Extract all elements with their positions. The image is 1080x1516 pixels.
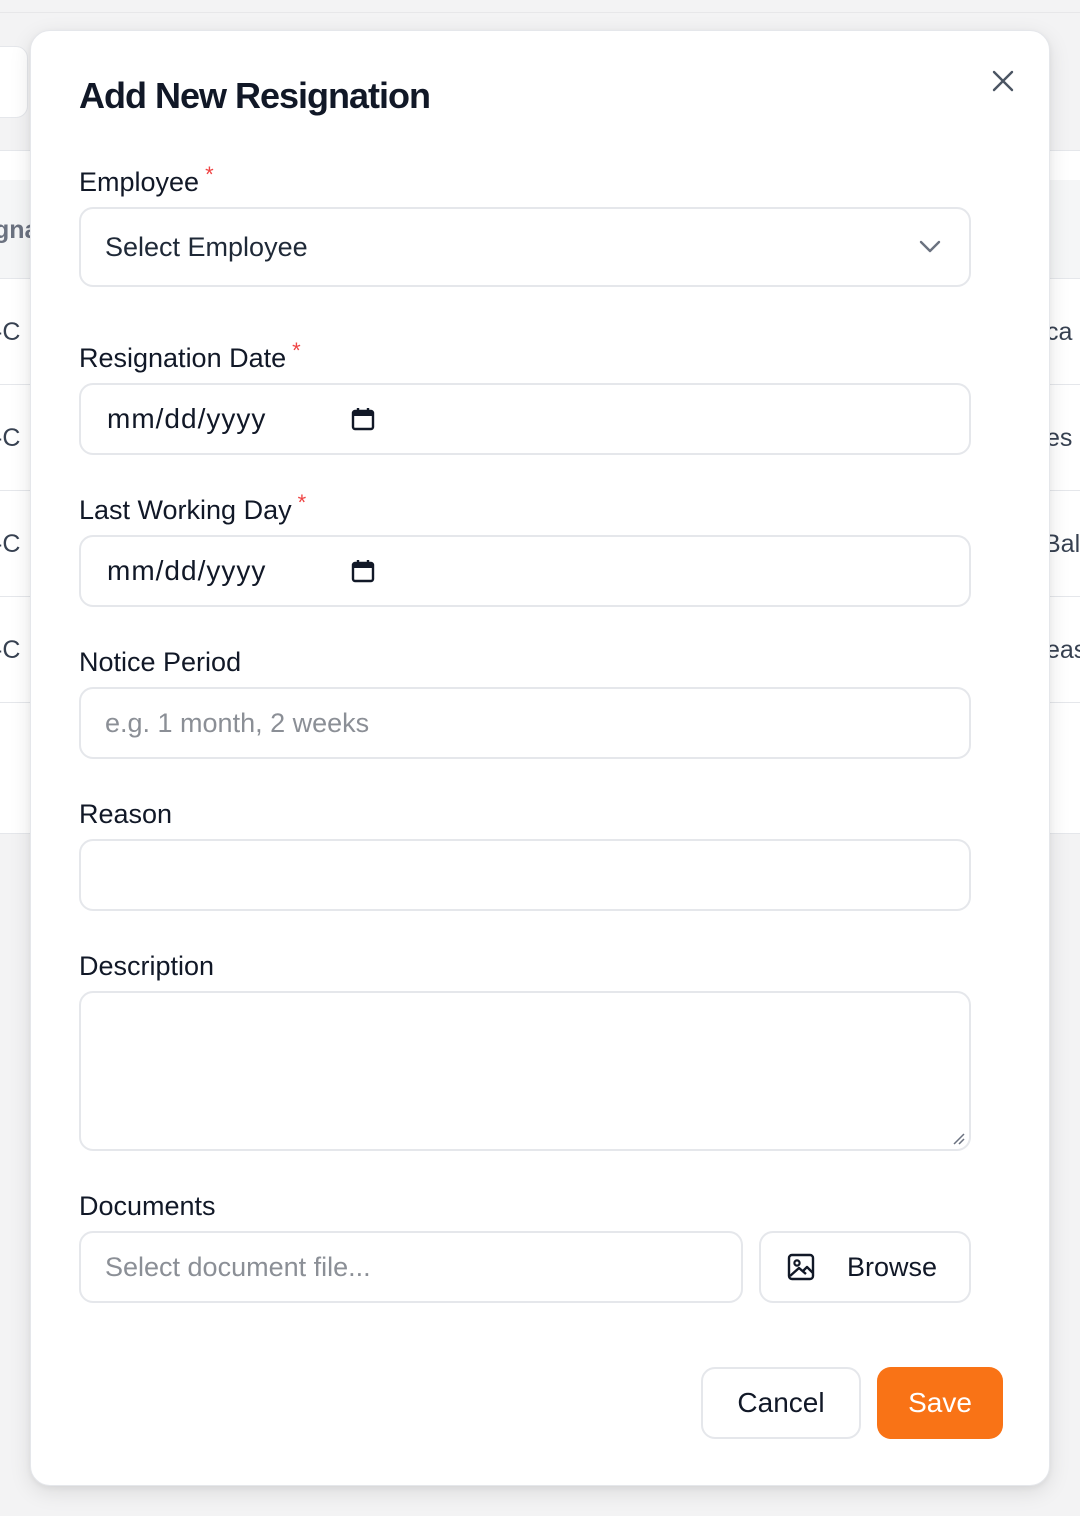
document-file-input[interactable]: Select document file... [79, 1231, 743, 1303]
background-cell: -C [0, 636, 21, 664]
employee-label: Employee * [79, 162, 214, 198]
resignation-date-label: Resignation Date * [79, 338, 301, 374]
description-textarea[interactable] [79, 991, 971, 1151]
notice-period-label-text: Notice Period [79, 647, 242, 677]
required-mark: * [297, 490, 307, 515]
background-cell: -C [0, 530, 21, 558]
add-resignation-modal: Add New Resignation Employee * Select Emp… [30, 30, 1050, 1486]
documents-label: Documents [79, 1191, 216, 1222]
resignation-date-label-text: Resignation Date [79, 343, 287, 373]
document-file-placeholder: Select document file... [105, 1251, 371, 1282]
notice-period-label: Notice Period [79, 647, 241, 678]
employee-select-value: Select Employee [105, 231, 308, 262]
reason-label: Reason [79, 799, 172, 830]
documents-label-text: Documents [79, 1191, 216, 1221]
background-cell: -C [0, 424, 21, 452]
calendar-icon[interactable] [351, 407, 375, 431]
chevron-down-icon [919, 240, 941, 253]
cancel-button[interactable]: Cancel [701, 1367, 861, 1439]
reason-input[interactable] [79, 839, 971, 911]
last-working-day-label-text: Last Working Day [79, 495, 292, 525]
background-divider [0, 12, 1080, 13]
save-button[interactable]: Save [877, 1367, 1003, 1439]
description-label-text: Description [79, 951, 215, 981]
reason-label-text: Reason [79, 799, 173, 829]
browse-button-label: Browse [847, 1251, 938, 1282]
modal-title: Add New Resignation [79, 75, 431, 116]
browse-button[interactable]: Browse [759, 1231, 971, 1303]
background-cell: eas [1046, 636, 1080, 664]
employee-label-text: Employee [79, 167, 200, 197]
image-icon [787, 1253, 815, 1281]
last-working-day-label: Last Working Day * [79, 490, 306, 526]
notice-period-placeholder: e.g. 1 month, 2 weeks [105, 707, 370, 738]
last-working-day-value: mm/dd/yyyy [107, 555, 267, 586]
resize-grip-icon[interactable] [951, 1131, 965, 1145]
resignation-date-input[interactable]: mm/dd/yyyy [79, 383, 971, 455]
close-icon [992, 70, 1014, 92]
employee-select[interactable]: Select Employee [79, 207, 971, 287]
required-mark: * [205, 162, 214, 187]
calendar-icon[interactable] [351, 559, 375, 583]
background-cell: -C [0, 318, 21, 346]
required-mark: * [292, 338, 301, 363]
last-working-day-input[interactable]: mm/dd/yyyy [79, 535, 971, 607]
notice-period-input[interactable]: e.g. 1 month, 2 weeks [79, 687, 971, 759]
resignation-date-value: mm/dd/yyyy [107, 403, 267, 434]
background-card [0, 46, 28, 118]
close-button[interactable] [983, 61, 1023, 101]
description-label: Description [79, 951, 214, 982]
